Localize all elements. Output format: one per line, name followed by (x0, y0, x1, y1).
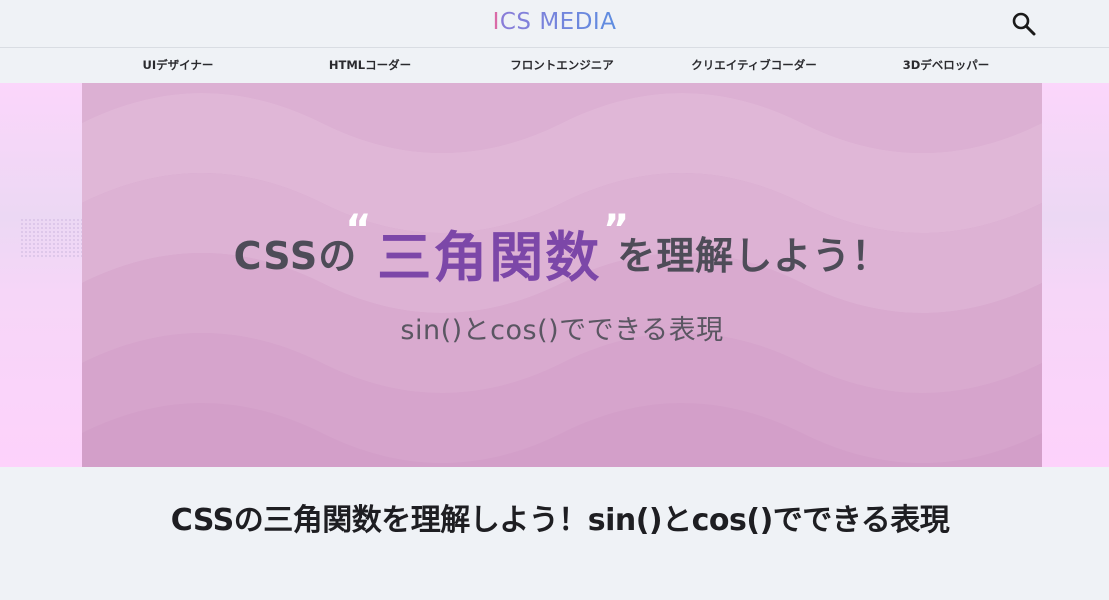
nav-item-html-coder[interactable]: HTMLコーダー (280, 48, 460, 83)
nav-item-ui-designer[interactable]: UIデザイナー (88, 48, 268, 83)
close-quote-mark: ” (603, 207, 632, 253)
open-quote-mark: “ (345, 207, 374, 253)
hero-image: CSSの “三角関数” を理解しよう！ sin()とcos()でできる表現 (82, 83, 1042, 467)
nav-item-3d-developer[interactable]: 3Dデベロッパー (856, 48, 1036, 83)
hero-title-prefix: CSSの (233, 234, 358, 278)
site-logo[interactable]: ICS MEDIA (0, 9, 1109, 35)
hero-title-highlight-text: 三角関数 (377, 226, 602, 289)
hero-subtitle: sin()とcos()でできる表現 (400, 315, 724, 346)
search-icon (1012, 12, 1036, 36)
hero-title: CSSの “三角関数” を理解しよう！ (82, 210, 1042, 292)
hero-title-suffix: を理解しよう！ (617, 234, 891, 278)
article-title: CSSの三角関数を理解しよう！sin()とcos()でできる表現 (170, 503, 950, 538)
category-nav: UIデザイナー HTMLコーダー フロントエンジニア クリエイティブコーダー 3… (0, 48, 1109, 83)
nav-item-frontend-engineer[interactable]: フロントエンジニア (472, 48, 652, 83)
nav-item-creative-coder[interactable]: クリエイティブコーダー (664, 48, 844, 83)
logo-text: CS MEDIA (499, 9, 617, 35)
logo-initial: I (492, 9, 500, 35)
decorative-dots (20, 218, 82, 258)
site-header: ICS MEDIA (0, 0, 1109, 48)
hero-title-highlight: “三角関数” (345, 210, 629, 289)
search-button[interactable] (1011, 11, 1037, 37)
